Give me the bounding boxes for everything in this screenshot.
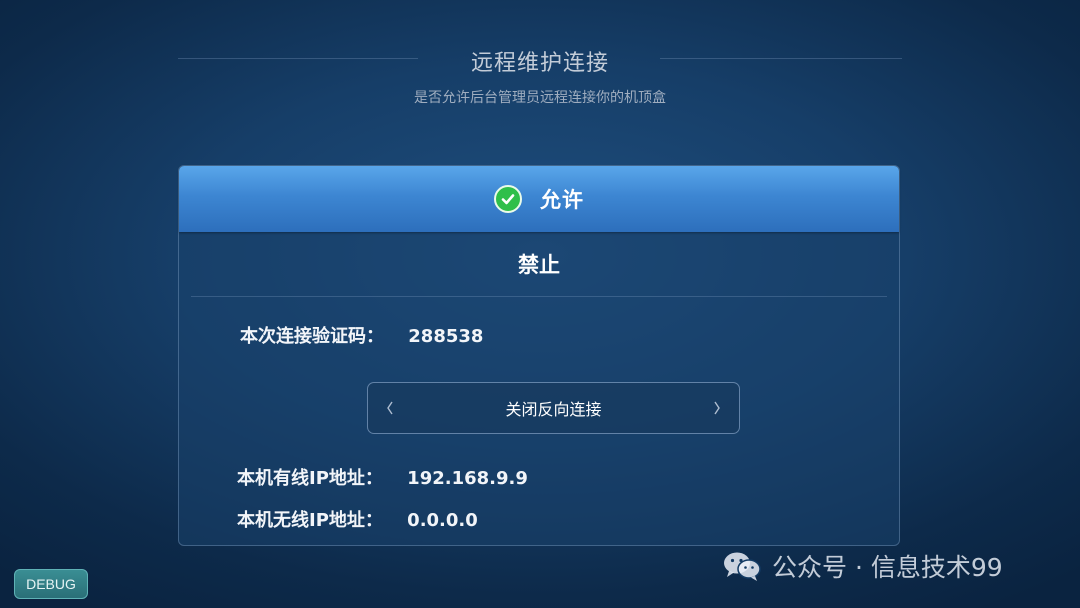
- wired-ip-row: 本机有线IP地址： 192.168.9.9: [237, 464, 528, 490]
- verification-code-value: 288538: [408, 326, 484, 347]
- allow-option[interactable]: 允许: [179, 166, 899, 232]
- page-subtitle: 是否允许后台管理员远程连接你的机顶盒: [414, 90, 666, 106]
- wireless-ip-label: 本机无线IP地址：: [237, 510, 383, 531]
- reverse-connection-value: 关闭反向连接: [505, 400, 602, 419]
- wired-ip-label: 本机有线IP地址：: [237, 468, 383, 489]
- deny-label: 禁止: [518, 253, 560, 277]
- wired-ip-value: 192.168.9.9: [407, 468, 528, 489]
- verification-code-label: 本次连接验证码：: [240, 326, 384, 347]
- check-circle-icon: [494, 185, 522, 213]
- watermark: 公众号 · 信息技术99: [722, 546, 1003, 586]
- page-title: 远程维护连接: [470, 51, 609, 76]
- chevron-right-icon[interactable]: [709, 398, 725, 418]
- watermark-text: 公众号 · 信息技术99: [772, 553, 1003, 582]
- verification-code-row: 本次连接验证码： 288538: [240, 322, 483, 348]
- debug-button[interactable]: DEBUG: [14, 569, 88, 599]
- options-divider: [191, 296, 887, 297]
- wireless-ip-row: 本机无线IP地址： 0.0.0.0: [237, 506, 478, 532]
- connection-panel: 允许 禁止 本次连接验证码： 288538 关闭反向连接 本机有线IP地址： 1…: [178, 165, 900, 546]
- deny-option[interactable]: 禁止: [179, 232, 899, 296]
- reverse-connection-selector[interactable]: 关闭反向连接: [367, 382, 740, 434]
- allow-label: 允许: [540, 188, 584, 212]
- wechat-icon: [722, 550, 762, 582]
- wireless-ip-value: 0.0.0.0: [407, 510, 478, 531]
- chevron-left-icon[interactable]: [382, 398, 398, 418]
